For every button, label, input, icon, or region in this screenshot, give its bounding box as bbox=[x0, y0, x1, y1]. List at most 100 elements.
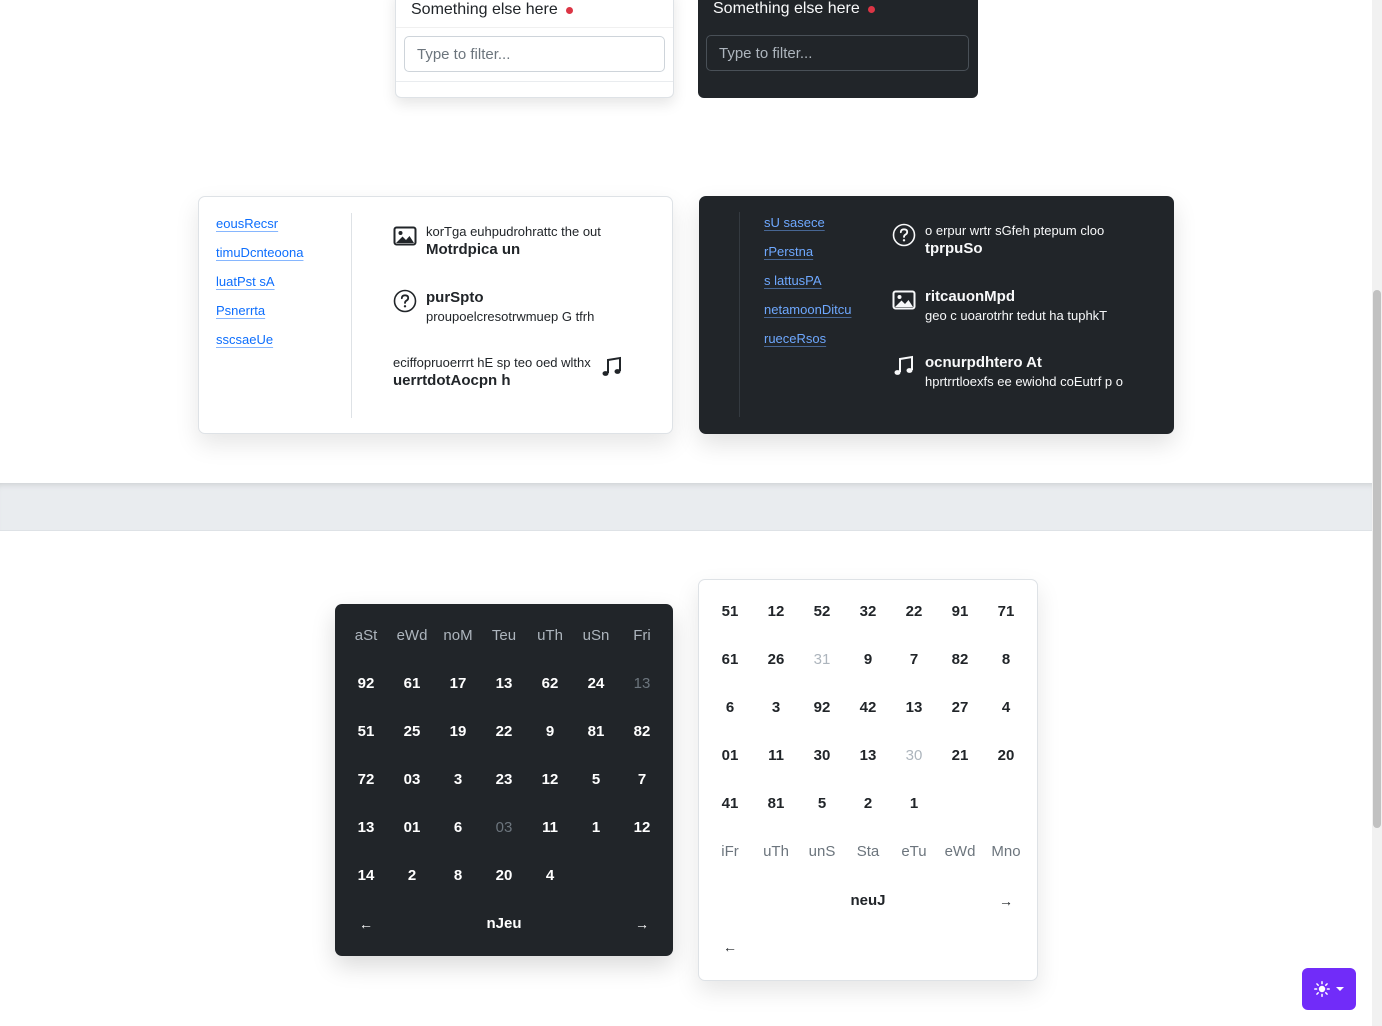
calendar-day[interactable]: 31 bbox=[799, 636, 845, 684]
media-item[interactable]: o erpur wrtr sGfeh ptepum cloo tprpuSo bbox=[892, 222, 1104, 259]
calendar-day[interactable]: 62 bbox=[527, 660, 573, 708]
calendar-day[interactable]: 4 bbox=[527, 852, 573, 900]
calendar-day[interactable]: 51 bbox=[707, 588, 753, 636]
filter-input[interactable]: Type to filter... bbox=[706, 35, 969, 71]
link-item[interactable]: rueceRsos bbox=[764, 331, 826, 346]
link-item[interactable]: eousRecsr bbox=[216, 216, 278, 231]
calendar-day[interactable]: 01 bbox=[389, 804, 435, 852]
calendar-day[interactable]: 24 bbox=[573, 660, 619, 708]
link-item[interactable]: rPerstna bbox=[764, 244, 813, 259]
calendar-day[interactable]: 6 bbox=[435, 804, 481, 852]
scrollbar-thumb[interactable] bbox=[1373, 290, 1381, 828]
calendar-day[interactable]: 4 bbox=[983, 684, 1029, 732]
calendar-day[interactable]: 6 bbox=[707, 684, 753, 732]
link-item[interactable]: sU sasece bbox=[764, 215, 825, 230]
calendar-day[interactable]: 11 bbox=[527, 804, 573, 852]
media-item[interactable]: purSpto proupoelcresotrwmuep G tfrh bbox=[393, 288, 594, 325]
calendar-day[interactable]: 13 bbox=[619, 660, 665, 708]
next-month-button[interactable]: → bbox=[619, 909, 665, 939]
link-item[interactable]: timuDcnteoona bbox=[216, 245, 303, 260]
calendar-day[interactable]: 01 bbox=[707, 732, 753, 780]
link-item[interactable]: sscsaeUe bbox=[216, 332, 273, 347]
calendar-day[interactable]: 23 bbox=[481, 756, 527, 804]
calendar-day[interactable]: 92 bbox=[343, 660, 389, 708]
calendar-day[interactable]: 12 bbox=[619, 804, 665, 852]
calendar-day[interactable]: 72 bbox=[343, 756, 389, 804]
calendar-day[interactable]: 5 bbox=[799, 780, 845, 828]
calendar-day[interactable]: 20 bbox=[481, 852, 527, 900]
calendar-day[interactable]: 20 bbox=[983, 732, 1029, 780]
calendar-day[interactable]: 82 bbox=[937, 636, 983, 684]
calendar-day[interactable]: 1 bbox=[891, 780, 937, 828]
calendar-day[interactable]: 81 bbox=[573, 708, 619, 756]
calendar-day[interactable]: 2 bbox=[845, 780, 891, 828]
calendar-day[interactable]: 03 bbox=[481, 804, 527, 852]
next-month-button[interactable]: → bbox=[983, 886, 1029, 916]
calendar-day[interactable]: 17 bbox=[435, 660, 481, 708]
calendar-day[interactable]: 51 bbox=[343, 708, 389, 756]
calendar-day[interactable]: 27 bbox=[937, 684, 983, 732]
calendar-day[interactable]: 61 bbox=[389, 660, 435, 708]
calendar-day[interactable]: 9 bbox=[845, 636, 891, 684]
calendar-month-title: neuJ bbox=[850, 892, 886, 909]
calendar-day[interactable]: 61 bbox=[707, 636, 753, 684]
calendar-day[interactable]: 41 bbox=[707, 780, 753, 828]
calendar-day[interactable]: 22 bbox=[481, 708, 527, 756]
calendar-day[interactable]: 11 bbox=[753, 732, 799, 780]
calendar-day[interactable]: 81 bbox=[753, 780, 799, 828]
calendar-day[interactable]: 30 bbox=[891, 732, 937, 780]
calendar-day[interactable]: 13 bbox=[845, 732, 891, 780]
calendar-day[interactable]: 25 bbox=[389, 708, 435, 756]
calendar-day[interactable]: 1 bbox=[573, 804, 619, 852]
dropdown-item[interactable]: Something else here bbox=[713, 0, 875, 18]
theme-toggle-button[interactable] bbox=[1302, 968, 1356, 1010]
calendar-day[interactable]: 8 bbox=[435, 852, 481, 900]
calendar-day[interactable]: 82 bbox=[619, 708, 665, 756]
weekday-header: uSn bbox=[582, 627, 610, 644]
calendar-day[interactable]: 3 bbox=[435, 756, 481, 804]
media-item[interactable]: eciffopruoerrrt hE sp teo oed wlthx uerr… bbox=[393, 354, 624, 391]
calendar-day[interactable]: 2 bbox=[389, 852, 435, 900]
media-item[interactable]: ocnurpdhtero At hprtrrtloexfs ee ewiohd … bbox=[892, 353, 1123, 390]
calendar-day[interactable]: 12 bbox=[527, 756, 573, 804]
calendar-day[interactable]: 13 bbox=[343, 804, 389, 852]
filter-input[interactable]: Type to filter... bbox=[404, 36, 665, 72]
calendar-day[interactable]: 19 bbox=[435, 708, 481, 756]
prev-month-button[interactable]: ← bbox=[343, 909, 389, 939]
calendar-day[interactable]: 13 bbox=[481, 660, 527, 708]
calendar-day[interactable]: 71 bbox=[983, 588, 1029, 636]
calendar-day[interactable]: 9 bbox=[527, 708, 573, 756]
calendar-day[interactable]: 3 bbox=[753, 684, 799, 732]
list-card-light: eousRecsr timuDcnteoona luatPst sA Psner… bbox=[198, 196, 673, 434]
calendar-day[interactable]: 42 bbox=[845, 684, 891, 732]
calendar-day[interactable]: 26 bbox=[753, 636, 799, 684]
calendar-day[interactable]: 21 bbox=[937, 732, 983, 780]
calendar-day[interactable]: 12 bbox=[753, 588, 799, 636]
calendar-day[interactable]: 91 bbox=[937, 588, 983, 636]
scrollbar-track[interactable] bbox=[1372, 0, 1382, 1026]
calendar-day[interactable]: 22 bbox=[891, 588, 937, 636]
calendar-day[interactable]: 03 bbox=[389, 756, 435, 804]
weekday-header: uTh bbox=[763, 843, 789, 860]
link-item[interactable]: netamoonDitcu bbox=[764, 302, 851, 317]
link-item[interactable]: Psnerrta bbox=[216, 303, 265, 318]
prev-month-button[interactable]: ← bbox=[707, 932, 753, 962]
link-item[interactable]: s lattusPA bbox=[764, 273, 822, 288]
media-item[interactable]: ritcauonMpd geo c uoarotrhr tedut ha tup… bbox=[892, 287, 1107, 324]
calendar-day[interactable]: 7 bbox=[619, 756, 665, 804]
link-item[interactable]: luatPst sA bbox=[216, 274, 275, 289]
filter-placeholder: Type to filter... bbox=[719, 44, 813, 62]
calendar-day[interactable]: 7 bbox=[891, 636, 937, 684]
media-item[interactable]: korTga euhpudrohrattc the out Motrdpica … bbox=[393, 223, 601, 260]
calendar-day[interactable]: 14 bbox=[343, 852, 389, 900]
calendar-day[interactable]: 13 bbox=[891, 684, 937, 732]
calendar-day[interactable]: 52 bbox=[799, 588, 845, 636]
calendar-day[interactable]: 5 bbox=[573, 756, 619, 804]
dropdown-item[interactable]: Something else here bbox=[411, 1, 573, 19]
calendar-day[interactable]: 8 bbox=[983, 636, 1029, 684]
calendar-light: neuJ → ← iFr uTh unS Sta eTu eWd Mno 51 12 52 32 22… bbox=[698, 579, 1038, 981]
calendar-day[interactable]: 32 bbox=[845, 588, 891, 636]
calendar-day[interactable]: 92 bbox=[799, 684, 845, 732]
calendar-day[interactable]: 30 bbox=[799, 732, 845, 780]
media-item-title: uerrtdotAocpn h bbox=[393, 372, 511, 389]
